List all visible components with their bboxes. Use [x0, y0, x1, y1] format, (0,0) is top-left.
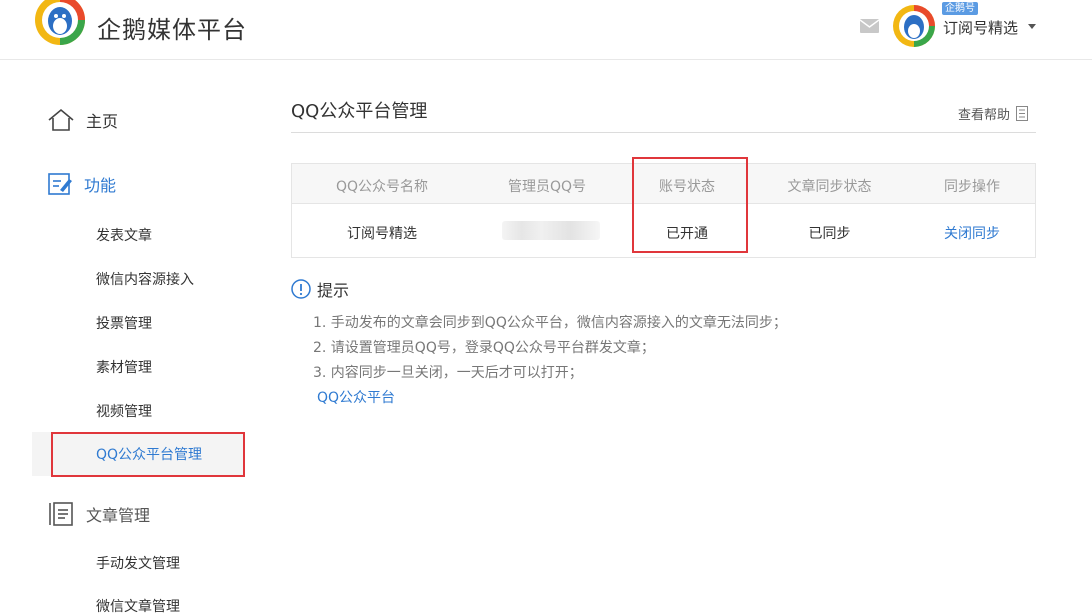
sync-status-cell: 已同步: [808, 226, 851, 242]
column-header: 管理员QQ号: [507, 179, 587, 195]
help-link[interactable]: 查看帮助: [958, 104, 1029, 123]
tip-item: 2. 请设置管理员QQ号，登录QQ公众号平台群发文章；: [313, 340, 655, 356]
document-icon: [1016, 106, 1029, 121]
sidebar-item-wechat-articles[interactable]: 微信文章管理: [96, 596, 180, 616]
sidebar-item-wechat-source[interactable]: 微信内容源接入: [96, 269, 194, 289]
sidebar-section-articles[interactable]: 文章管理: [47, 501, 150, 527]
document-icon: [49, 502, 73, 526]
sidebar-item-manual-posts[interactable]: 手动发文管理: [96, 553, 180, 573]
table-header: QQ公众号名称 管理员QQ号 账号状态 文章同步状态 同步操作: [292, 164, 1035, 204]
sidebar-section-functions[interactable]: 功能: [47, 172, 116, 196]
sidebar: 主页 功能 发表文章 微信内容源接入 投票管理 素材管理 视频管理 QQ公众平台…: [0, 61, 260, 615]
chevron-down-icon[interactable]: [1028, 24, 1036, 29]
tips-heading: 提示: [291, 277, 349, 301]
column-header: 文章同步状态: [787, 179, 872, 195]
home-icon: [48, 108, 74, 131]
account-status-cell: 已开通: [666, 226, 708, 242]
help-link-label: 查看帮助: [958, 108, 1011, 123]
column-header: 同步操作: [944, 179, 1000, 195]
sidebar-item-home[interactable]: 主页: [47, 108, 118, 132]
column-header: QQ公众号名称: [335, 179, 429, 195]
account-type-badge: 企鹅号: [942, 2, 978, 15]
sidebar-item-video[interactable]: 视频管理: [96, 401, 152, 421]
account-name[interactable]: 订阅号精选: [943, 17, 1018, 38]
sidebar-section-label: 文章管理: [86, 506, 151, 525]
info-icon: [291, 279, 311, 299]
account-name-cell: 订阅号精选: [347, 226, 417, 242]
sidebar-item-label: QQ公众平台管理: [96, 447, 203, 463]
sidebar-item-votes[interactable]: 投票管理: [96, 313, 152, 333]
accounts-table: QQ公众号名称 管理员QQ号 账号状态 文章同步状态 同步操作 订阅号精选 已开…: [291, 163, 1036, 258]
qq-penguin-logo[interactable]: [34, 0, 86, 46]
tips-title: 提示: [317, 281, 350, 300]
avatar[interactable]: [892, 4, 936, 48]
qq-platform-link[interactable]: QQ公众平台: [317, 387, 395, 407]
sidebar-item-materials[interactable]: 素材管理: [96, 357, 152, 377]
brand-title: 企鹅媒体平台: [97, 16, 247, 44]
sidebar-item-qq-platform[interactable]: QQ公众平台管理: [32, 432, 245, 476]
sidebar-section-label: 功能: [84, 176, 117, 195]
sidebar-item-publish[interactable]: 发表文章: [96, 225, 152, 245]
mail-icon[interactable]: [860, 19, 879, 33]
divider: [291, 132, 1036, 133]
page-title: QQ公众平台管理: [291, 101, 428, 122]
tip-item: 1. 手动发布的文章会同步到QQ公众平台，微信内容源接入的文章无法同步；: [313, 315, 787, 331]
edit-icon: [48, 173, 72, 195]
column-header: 账号状态: [659, 179, 715, 195]
close-sync-link[interactable]: 关闭同步: [907, 223, 1037, 243]
admin-qq-cell-redacted: [502, 221, 600, 240]
sidebar-item-label: 主页: [86, 112, 119, 131]
tip-item: 3. 内容同步一旦关闭，一天后才可以打开；: [313, 365, 583, 381]
top-header: 企鹅媒体平台 企鹅号 订阅号精选: [0, 0, 1092, 60]
